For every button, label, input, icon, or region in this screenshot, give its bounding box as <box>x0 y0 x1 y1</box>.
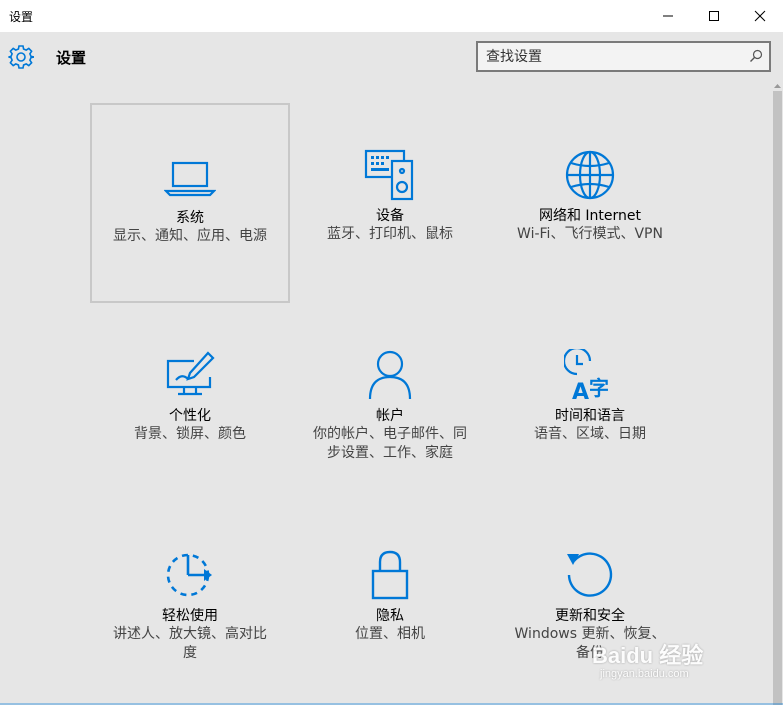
tile-name: 更新和安全 <box>555 608 625 624</box>
tile-name: 时间和语言 <box>555 408 625 424</box>
search-box[interactable] <box>476 41 771 72</box>
personalize-icon <box>166 351 215 396</box>
tile-network[interactable]: 网络和 Internet Wi-Fi、飞行模式、VPN <box>490 103 690 303</box>
ease-of-access-icon <box>166 553 212 597</box>
close-button[interactable] <box>737 0 783 32</box>
page-title: 设置 <box>56 49 87 67</box>
tile-devices[interactable]: 设备 蓝牙、打印机、鼠标 <box>290 103 490 303</box>
maximize-icon <box>709 11 719 21</box>
globe-icon <box>565 150 615 200</box>
lock-icon <box>371 550 409 600</box>
tile-description: 你的帐户、电子邮件、同步设置、工作、家庭 <box>313 426 467 461</box>
account-icon <box>368 350 412 400</box>
tile-system[interactable]: 系统 显示、通知、应用、电源 <box>90 103 290 303</box>
window-title: 设置 <box>9 10 34 24</box>
tile-update-security[interactable]: 更新和安全 Windows 更新、恢复、备份 <box>490 503 690 703</box>
tile-privacy[interactable]: 隐私 位置、相机 <box>290 503 490 703</box>
tile-name: 轻松使用 <box>162 608 218 624</box>
vertical-scrollbar[interactable] <box>772 80 783 705</box>
search-input[interactable] <box>486 47 736 67</box>
settings-header: 设置 <box>0 32 783 80</box>
tile-description: 显示、通知、应用、电源 <box>113 228 267 244</box>
tile-accounts[interactable]: 帐户 你的帐户、电子邮件、同步设置、工作、家庭 <box>290 303 490 503</box>
tile-name: 隐私 <box>376 608 404 624</box>
tile-ease-of-access[interactable]: 轻松使用 讲述人、放大镜、高对比度 <box>90 503 290 703</box>
tile-name: 设备 <box>376 208 404 224</box>
tile-description: 语音、区域、日期 <box>534 426 646 442</box>
tile-name: 帐户 <box>376 408 404 424</box>
tile-time-language[interactable]: A 字 时间和语言 语音、区域、日期 <box>490 303 690 503</box>
svg-text:字: 字 <box>589 376 609 400</box>
laptop-icon <box>164 161 216 197</box>
time-language-icon: A 字 <box>564 349 609 401</box>
tile-name: 系统 <box>176 210 204 226</box>
search-icon[interactable] <box>749 49 763 63</box>
devices-icon <box>364 149 414 201</box>
tile-description: Windows 更新、恢复、备份 <box>514 626 666 661</box>
tile-description: 讲述人、放大镜、高对比度 <box>113 626 267 661</box>
minimize-icon <box>663 15 673 17</box>
tile-personalization[interactable]: 个性化 背景、锁屏、颜色 <box>90 303 290 503</box>
update-icon <box>567 552 613 597</box>
scroll-thumb[interactable] <box>773 91 782 705</box>
maximize-button[interactable] <box>691 0 737 32</box>
gear-icon <box>8 45 34 69</box>
tile-description: 蓝牙、打印机、鼠标 <box>327 226 453 242</box>
tile-name: 个性化 <box>169 408 211 424</box>
tile-description: 位置、相机 <box>355 626 425 642</box>
tile-description: Wi-Fi、飞行模式、VPN <box>517 226 663 242</box>
svg-text:A: A <box>572 380 589 401</box>
title-bar: 设置 <box>0 0 783 32</box>
minimize-button[interactable] <box>645 0 691 32</box>
tile-description: 背景、锁屏、颜色 <box>134 426 246 442</box>
tile-name: 网络和 Internet <box>538 208 642 224</box>
close-icon <box>754 10 766 22</box>
scroll-up-icon[interactable] <box>772 80 783 91</box>
